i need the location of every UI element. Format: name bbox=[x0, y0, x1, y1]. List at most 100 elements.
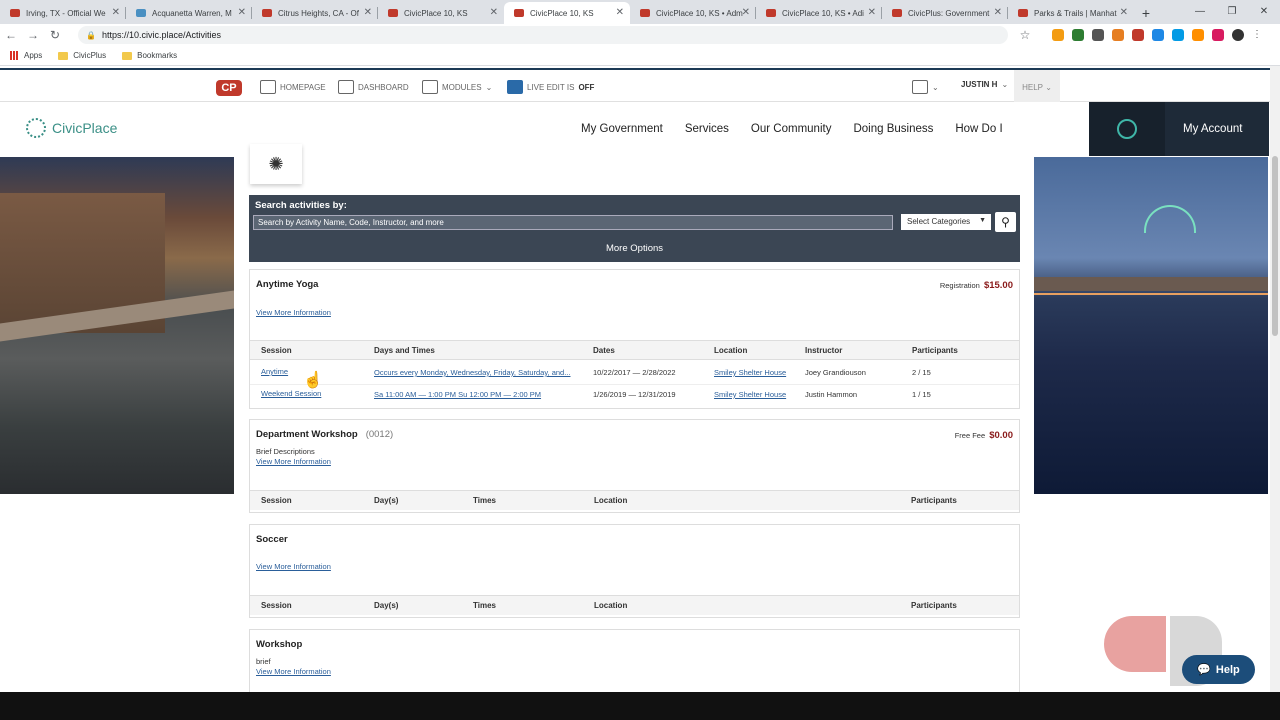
address-bar-row: ← → ↻ 🔒 https://10.civic.place/Activitie… bbox=[0, 24, 1280, 46]
table-row: Anytime Occurs every Monday, Wednesday, … bbox=[250, 363, 1019, 385]
view-more-link[interactable]: View More Information bbox=[256, 667, 331, 676]
browser-tab[interactable]: CivicPlace 10, KS • Adm ✕ bbox=[630, 2, 756, 24]
extension-icon[interactable] bbox=[1072, 29, 1084, 41]
live-edit-icon bbox=[507, 80, 523, 94]
view-more-link[interactable]: View More Information bbox=[256, 308, 331, 317]
browser-tab[interactable]: Acquanetta Warren, M ✕ bbox=[126, 2, 252, 24]
session-link[interactable]: Anytime bbox=[261, 367, 288, 376]
civicplace-logo-icon bbox=[26, 118, 46, 138]
search-icon: ⚲ bbox=[1001, 215, 1010, 229]
live-edit-toggle[interactable]: LIVE EDIT IS OFF bbox=[507, 80, 594, 94]
modules-menu[interactable]: MODULES ⌄ bbox=[422, 80, 492, 94]
chevron-down-icon: ⌄ bbox=[485, 82, 493, 92]
extension-icon[interactable] bbox=[1092, 29, 1104, 41]
close-icon[interactable]: ✕ bbox=[490, 7, 498, 18]
extension-icon[interactable] bbox=[1132, 29, 1144, 41]
close-icon[interactable]: ✕ bbox=[364, 7, 372, 18]
nav-our-community[interactable]: Our Community bbox=[751, 123, 832, 135]
user-menu[interactable]: JUSTIN H ⌄ bbox=[961, 80, 1008, 89]
sessions-table-header: Session Day(s) Times Location Participan… bbox=[250, 595, 1019, 615]
schedule-link[interactable]: Sa 11:00 AM — 1:00 PM Su 12:00 PM — 2:00… bbox=[374, 390, 541, 399]
extension-icon[interactable] bbox=[1052, 29, 1064, 41]
extension-icon[interactable] bbox=[1172, 29, 1184, 41]
search-button[interactable]: ⚲ bbox=[995, 212, 1016, 232]
close-icon[interactable]: ✕ bbox=[112, 7, 120, 18]
extension-icon[interactable] bbox=[1112, 29, 1124, 41]
session-link[interactable]: Weekend Session bbox=[261, 389, 321, 398]
site-favicon-icon bbox=[640, 9, 650, 17]
civicplus-logo[interactable]: CP bbox=[216, 80, 242, 96]
help-chat-button[interactable]: 💬 Help bbox=[1182, 655, 1255, 684]
activity-title: Department Workshop (0012) bbox=[256, 429, 394, 440]
categories-select[interactable]: Select Categories bbox=[901, 214, 991, 230]
close-icon[interactable]: ✕ bbox=[1120, 7, 1128, 18]
schedule-link[interactable]: Occurs every Monday, Wednesday, Friday, … bbox=[374, 368, 570, 377]
browser-tab[interactable]: Citrus Heights, CA - Of ✕ bbox=[252, 2, 378, 24]
site-favicon-icon bbox=[1018, 9, 1028, 17]
extension-icon[interactable] bbox=[1192, 29, 1204, 41]
messages-menu[interactable]: ⌄ bbox=[912, 80, 939, 94]
home-icon bbox=[260, 80, 276, 94]
chevron-down-icon: ⌄ bbox=[1045, 82, 1052, 92]
tab-title: CivicPlace 10, KS • Adm bbox=[656, 8, 743, 18]
site-logo[interactable]: CivicPlace bbox=[26, 118, 117, 138]
nav-my-government[interactable]: My Government bbox=[581, 123, 663, 135]
sessions-table-header: Session Day(s) Times Location Participan… bbox=[250, 490, 1019, 510]
os-taskbar bbox=[0, 692, 1280, 720]
more-options-button[interactable]: More Options bbox=[249, 243, 1020, 254]
bookmark-civicplus[interactable]: CivicPlus bbox=[58, 51, 106, 60]
tab-title: Acquanetta Warren, M bbox=[152, 8, 232, 18]
bridge-photo-right bbox=[1034, 157, 1268, 494]
close-icon[interactable]: ✕ bbox=[616, 7, 624, 18]
view-more-link[interactable]: View More Information bbox=[256, 457, 331, 466]
close-icon[interactable]: ✕ bbox=[742, 7, 750, 18]
close-window-icon[interactable]: ✕ bbox=[1248, 0, 1280, 22]
url-text: https://10.civic.place/Activities bbox=[101, 30, 222, 40]
forward-icon[interactable]: → bbox=[22, 28, 44, 42]
location-link[interactable]: Smiley Shelter House bbox=[714, 368, 786, 377]
extension-icon[interactable] bbox=[1152, 29, 1164, 41]
lock-icon: 🔒 bbox=[86, 30, 96, 40]
view-more-link[interactable]: View More Information bbox=[256, 562, 331, 571]
tab-title: Irving, TX - Official We bbox=[26, 8, 106, 18]
location-link[interactable]: Smiley Shelter House bbox=[714, 390, 786, 399]
minimize-icon[interactable]: — bbox=[1184, 0, 1216, 22]
bookmark-apps[interactable]: Apps bbox=[10, 51, 42, 61]
dashboard-link[interactable]: DASHBOARD bbox=[338, 80, 409, 94]
new-tab-button[interactable]: + bbox=[1134, 2, 1158, 24]
browser-tab[interactable]: CivicPlus: Government ✕ bbox=[882, 2, 1008, 24]
activity-title: Workshop bbox=[256, 639, 303, 650]
url-field[interactable]: 🔒 https://10.civic.place/Activities bbox=[78, 26, 1008, 44]
profile-avatar[interactable] bbox=[1232, 29, 1244, 41]
homepage-link[interactable]: HOMEPAGE bbox=[260, 80, 326, 94]
back-icon[interactable]: ← bbox=[0, 28, 22, 42]
site-header: CivicPlace My Government Services Our Co… bbox=[0, 102, 1270, 156]
browser-tab-active[interactable]: CivicPlace 10, KS ✕ bbox=[504, 2, 630, 24]
bookmark-star-icon[interactable]: ☆ bbox=[1014, 28, 1036, 42]
nav-how-do-i[interactable]: How Do I bbox=[955, 123, 1002, 135]
help-menu[interactable]: HELP ⌄ bbox=[1014, 70, 1060, 104]
close-icon[interactable]: ✕ bbox=[238, 7, 246, 18]
browser-tab[interactable]: Parks & Trails | Manhat ✕ bbox=[1008, 2, 1134, 24]
activities-logo-icon: ✺ bbox=[250, 144, 302, 184]
modules-icon bbox=[422, 80, 438, 94]
bookmark-folder[interactable]: Bookmarks bbox=[122, 51, 177, 60]
reload-icon[interactable]: ↻ bbox=[44, 28, 66, 42]
activity-fee: Free Fee $0.00 bbox=[954, 430, 1013, 441]
site-favicon-icon bbox=[136, 9, 146, 17]
browser-tab[interactable]: CivicPlace 10, KS • Adi ✕ bbox=[756, 2, 882, 24]
close-icon[interactable]: ✕ bbox=[868, 7, 876, 18]
activity-card: Workshop brief View More Information bbox=[249, 629, 1020, 692]
my-account-button[interactable]: My Account bbox=[1089, 102, 1269, 156]
search-input[interactable]: Search by Activity Name, Code, Instructo… bbox=[253, 215, 893, 230]
browser-tab[interactable]: Irving, TX - Official We ✕ bbox=[0, 2, 126, 24]
extension-icon[interactable] bbox=[1212, 29, 1224, 41]
nav-services[interactable]: Services bbox=[685, 123, 729, 135]
close-icon[interactable]: ✕ bbox=[994, 7, 1002, 18]
nav-doing-business[interactable]: Doing Business bbox=[853, 123, 933, 135]
browser-tab[interactable]: CivicPlace 10, KS ✕ bbox=[378, 2, 504, 24]
restore-icon[interactable]: ❐ bbox=[1216, 0, 1248, 22]
scrollbar-thumb[interactable] bbox=[1272, 156, 1278, 336]
menu-dots-icon[interactable]: ⋮ bbox=[1252, 29, 1264, 41]
page-scrollbar[interactable] bbox=[1270, 66, 1280, 692]
